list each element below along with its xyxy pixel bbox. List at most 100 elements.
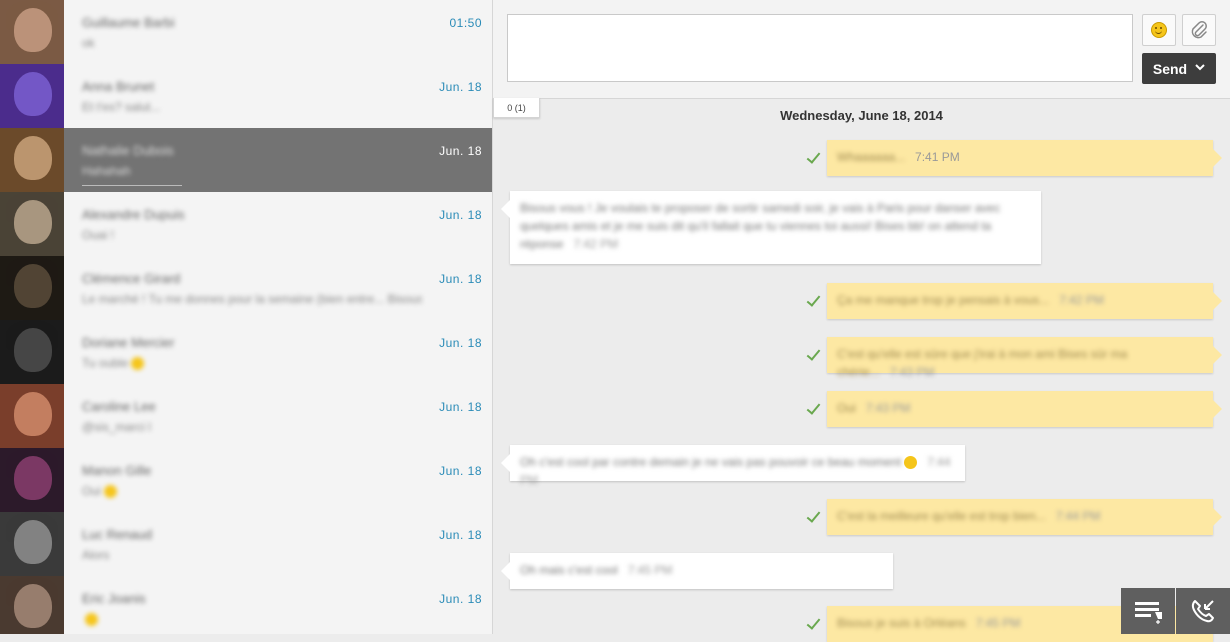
message-preview-text: Et t'es? salut...: [82, 100, 161, 114]
message-preview: Ouai !: [82, 228, 114, 242]
conversation-date: Jun. 18: [439, 400, 482, 414]
message-preview: [82, 612, 98, 627]
avatar: [0, 512, 64, 576]
smiley-icon: [1151, 22, 1167, 38]
conversation-date: Jun. 18: [439, 272, 482, 286]
message-text: Oh c'est cool par contre demain je ne va…: [520, 455, 902, 469]
message-time: 7:43 PM: [889, 365, 935, 379]
outgoing-message[interactable]: Ça me manque trop je pensais à vous... 7:…: [827, 283, 1222, 319]
message-text: Whaaaaaa...: [837, 150, 906, 164]
paperclip-icon: [1191, 21, 1207, 39]
message-preview-text: Oui: [82, 484, 101, 498]
avatar-face: [14, 456, 52, 500]
contact-name: Guillaume Barbi: [82, 15, 175, 30]
avatar-face: [14, 72, 52, 116]
message-preview: Tu ouble: [82, 356, 145, 371]
message-preview: Alors: [82, 548, 109, 562]
avatar-face: [14, 328, 52, 372]
outgoing-message[interactable]: C'est la meilleure qu'elle est trop bien…: [827, 499, 1222, 535]
message-time: 7:41 PM: [915, 150, 960, 164]
avatar-face: [14, 200, 52, 244]
emoji-icon: [131, 357, 145, 371]
emoji-icon: [103, 485, 117, 499]
message-text: Bisous je suis à Orléans: [837, 616, 966, 630]
compose-area: Send: [493, 0, 1230, 99]
delivered-check-icon: [805, 150, 821, 166]
new-message-button[interactable]: [1121, 588, 1175, 634]
avatar: [0, 576, 64, 634]
conversation-date: Jun. 18: [439, 80, 482, 94]
avatar: [0, 192, 64, 256]
conversation-date: Jun. 18: [439, 208, 482, 222]
conversation-date: Jun. 18: [439, 464, 482, 478]
conversation-item[interactable]: Clémence Girard Le marché ! Tu me donnes …: [0, 256, 492, 320]
avatar-face: [14, 392, 52, 436]
avatar: [0, 256, 64, 320]
conversation-date: Jun. 18: [439, 528, 482, 542]
avatar: [0, 448, 64, 512]
delivered-check-icon: [805, 347, 821, 363]
message-text: Ça me manque trop je pensais à vous...: [837, 293, 1050, 307]
contact-name: Eric Joanis: [82, 591, 146, 606]
conversation-item[interactable]: Doriane Mercier Tu ouble Jun. 18: [0, 320, 492, 384]
conversation-item[interactable]: Anna Brunet Et t'es? salut... Jun. 18: [0, 64, 492, 128]
message-preview: Oui: [82, 484, 117, 499]
avatar-face: [14, 136, 52, 180]
message-time: 7:44 PM: [1055, 509, 1101, 523]
send-button-label: Send: [1152, 60, 1188, 77]
message-text: C'est qu'elle est sûre que j'irai à mon …: [837, 347, 1128, 379]
message-time: 7:45 PM: [975, 616, 1021, 630]
incoming-message[interactable]: Oh mais c'est cool 7:45 PM: [501, 553, 893, 589]
message-preview-text: Ouai !: [82, 228, 115, 242]
emoji-icon: [904, 456, 918, 470]
delivered-check-icon: [805, 509, 821, 525]
conversation-item[interactable]: Caroline Lee @sis_marci l Jun. 18: [0, 384, 492, 448]
incoming-message[interactable]: Oh c'est cool par contre demain je ne va…: [501, 445, 965, 487]
avatar: [0, 320, 64, 384]
incoming-message[interactable]: Bisous vous ! Je voulais te proposer de …: [501, 191, 1041, 264]
delivered-check-icon: [805, 616, 821, 632]
message-text: Oh mais c'est cool: [520, 563, 618, 577]
message-time: 7:42 PM: [573, 237, 619, 251]
message-time: 7:43 PM: [865, 401, 911, 415]
contact-name: Nathalie Dubois: [82, 143, 174, 158]
message-preview-text: Tu ouble: [82, 356, 129, 370]
selection-underline: [82, 185, 182, 186]
call-button[interactable]: [1176, 588, 1230, 634]
outgoing-message[interactable]: Oui 7:43 PM: [827, 391, 1222, 427]
message-preview: @sis_marci l: [82, 420, 151, 434]
emoji-button[interactable]: [1142, 14, 1176, 46]
send-button[interactable]: Send: [1142, 53, 1216, 84]
avatar-face: [14, 8, 52, 52]
conversation-list: Guillaume Barbi ok 01:50 Anna Brunet Et t'es…: [0, 0, 493, 634]
message-preview-text: ok: [82, 36, 95, 50]
message-preview: Hahahah: [82, 164, 131, 178]
conversation-item[interactable]: Alexandre Dupuis Ouai ! Jun. 18: [0, 192, 492, 256]
delivered-check-icon: [805, 293, 821, 309]
conversation-item[interactable]: Luc Renaud Alors Jun. 18: [0, 512, 492, 576]
conversation-item[interactable]: Guillaume Barbi ok 01:50: [0, 0, 492, 64]
emoji-icon: [85, 613, 98, 627]
day-separator: Wednesday, June 18, 2014: [780, 108, 943, 123]
message-preview-text: @sis_marci l: [82, 420, 151, 434]
attach-button[interactable]: [1182, 14, 1216, 46]
outgoing-message[interactable]: C'est qu'elle est sûre que j'irai à mon …: [827, 337, 1222, 379]
outgoing-message[interactable]: Whaaaaaa... 7:41 PM: [827, 140, 1222, 176]
conversation-date: Jun. 18: [439, 336, 482, 350]
avatar-face: [14, 520, 52, 564]
conversation-item[interactable]: Manon Gille Oui Jun. 18: [0, 448, 492, 512]
message-time: 7:42 PM: [1059, 293, 1104, 307]
message-preview-text: Le marché ! Tu me donnes pour la semaine…: [82, 292, 422, 306]
conversation-item[interactable]: Nathalie Dubois Hahahah Jun. 18: [0, 128, 492, 192]
chevron-down-icon[interactable]: [1195, 63, 1205, 74]
new-message-icon: [1135, 602, 1162, 624]
message-text: C'est la meilleure qu'elle est trop bien…: [837, 509, 1046, 523]
message-text: Oui: [837, 401, 856, 415]
message-input[interactable]: [507, 14, 1133, 82]
message-preview-text: Alors: [82, 548, 110, 562]
contact-name: Clémence Girard: [82, 271, 181, 286]
contact-name: Alexandre Dupuis: [82, 207, 185, 222]
conversation-item[interactable]: Eric Joanis Jun. 18: [0, 576, 492, 634]
avatar: [0, 128, 64, 192]
avatar: [0, 0, 64, 64]
